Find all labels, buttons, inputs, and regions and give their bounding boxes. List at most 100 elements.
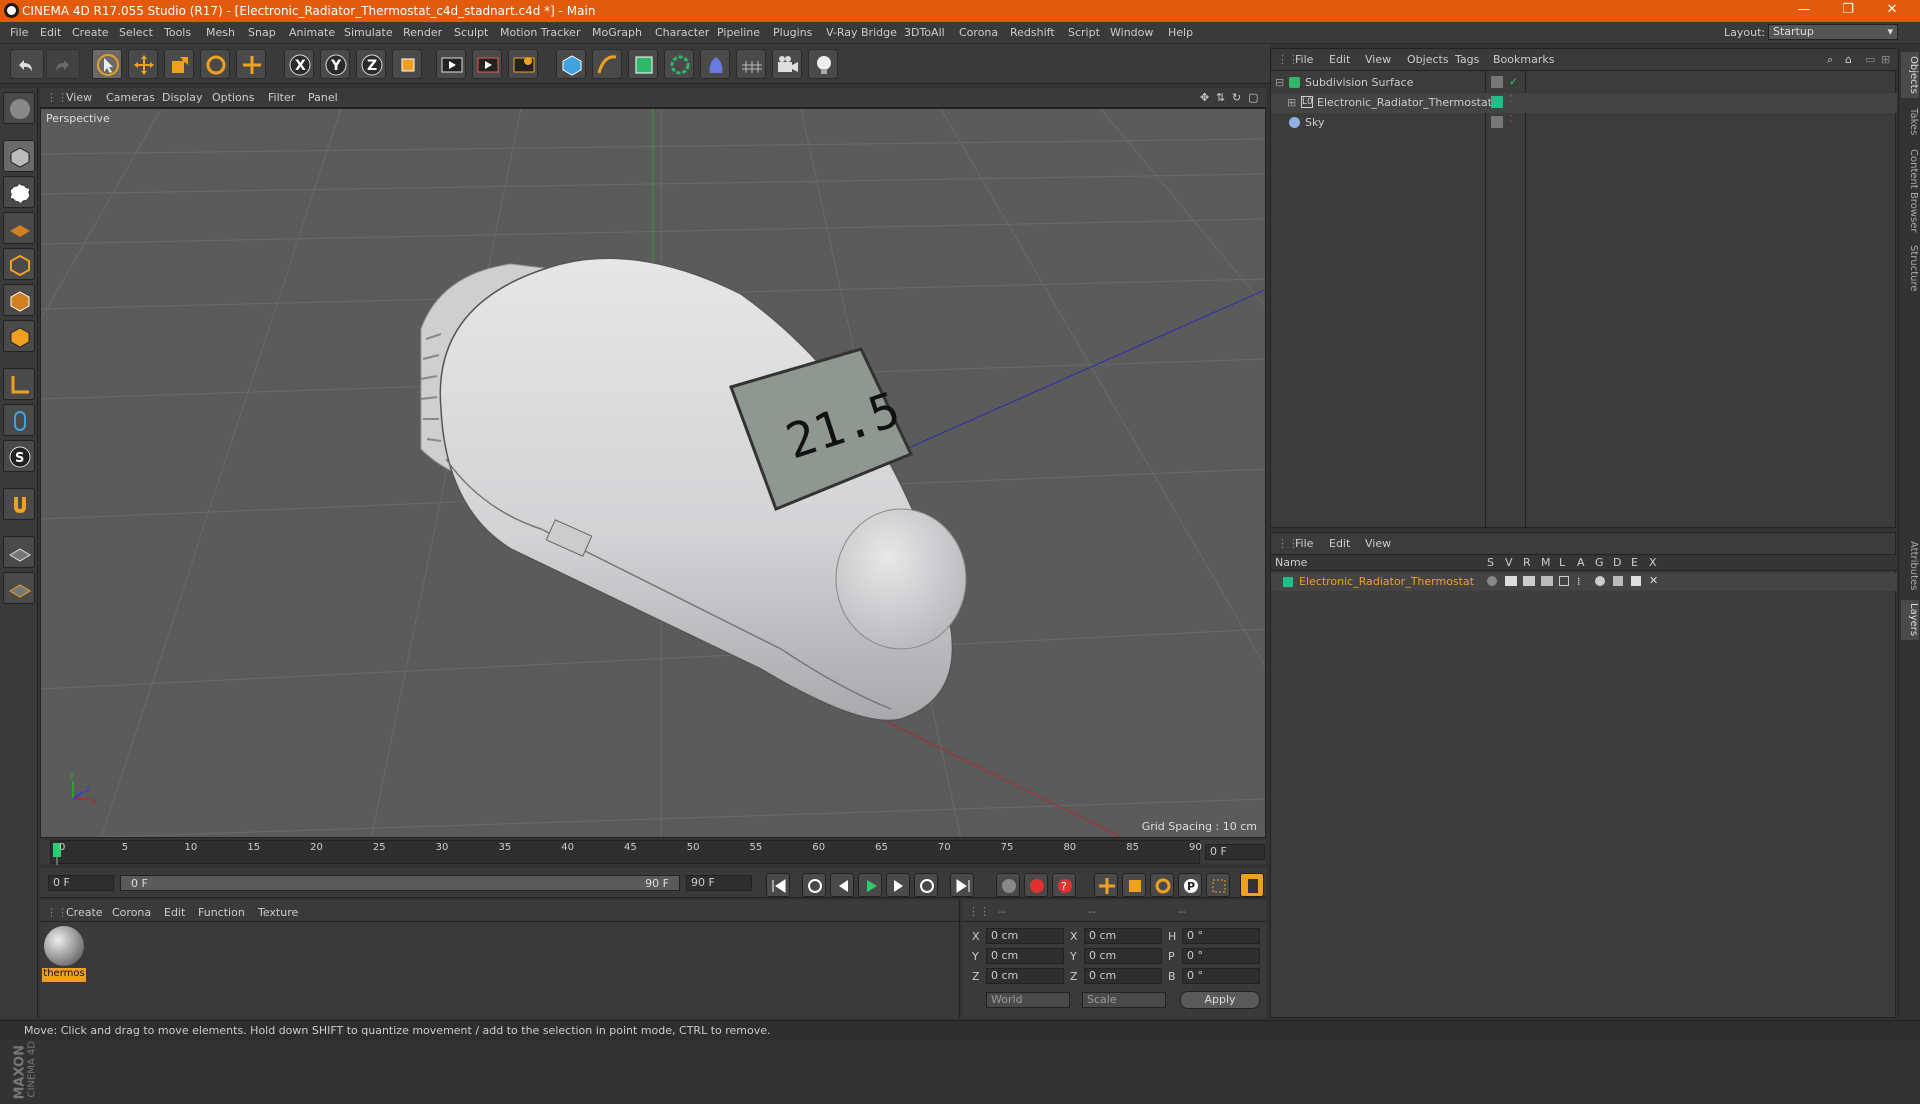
tab-layers[interactable]: Layers bbox=[1901, 600, 1919, 640]
key-pla-button[interactable] bbox=[1206, 873, 1230, 897]
add-cube-button[interactable] bbox=[556, 49, 586, 79]
timeline-track[interactable]: 0 5 10 15 20 25 30 35 40 45 50 55 60 65 70 75 80 85 90 bbox=[50, 840, 1202, 865]
layer-color-swatch[interactable] bbox=[1283, 577, 1293, 587]
current-frame-field[interactable]: 0 F bbox=[1205, 844, 1265, 860]
object-menu-bookmarks[interactable]: Bookmarks bbox=[1493, 53, 1554, 66]
menu-sculpt[interactable]: Sculpt bbox=[454, 26, 488, 39]
enabled-check-icon[interactable]: ✓ bbox=[1509, 75, 1518, 88]
autokey-button[interactable]: ? bbox=[1052, 873, 1076, 897]
points-mode-button[interactable] bbox=[3, 248, 35, 280]
size-z-field[interactable]: 0 cm bbox=[1084, 968, 1162, 984]
render-toggle-icon[interactable] bbox=[1523, 576, 1535, 586]
position-y-field[interactable]: 0 cm bbox=[986, 948, 1064, 964]
add-camera-button[interactable] bbox=[772, 49, 802, 79]
column-locked[interactable]: L bbox=[1559, 556, 1565, 569]
next-key-button[interactable] bbox=[914, 873, 938, 897]
generator-toggle-icon[interactable] bbox=[1595, 576, 1605, 586]
viewport-menu-filter[interactable]: Filter bbox=[268, 91, 295, 104]
expand-toggle-icon[interactable]: ⊟ bbox=[1275, 76, 1284, 89]
key-position-button[interactable] bbox=[1094, 873, 1118, 897]
x-axis-lock-button[interactable]: X bbox=[284, 49, 314, 79]
size-mode-dropdown[interactable]: Scale bbox=[1082, 992, 1166, 1008]
home-icon[interactable]: ⌂ bbox=[1845, 53, 1852, 66]
menu-pipeline[interactable]: Pipeline bbox=[717, 26, 760, 39]
menu-render[interactable]: Render bbox=[403, 26, 442, 39]
material-menu-corona[interactable]: Corona bbox=[112, 906, 151, 919]
workplane-mode-button[interactable] bbox=[3, 212, 35, 244]
timeline-window-button[interactable] bbox=[1240, 873, 1264, 897]
menu-mesh[interactable]: Mesh bbox=[206, 26, 235, 39]
menu-help[interactable]: Help bbox=[1168, 26, 1193, 39]
column-animation[interactable]: A bbox=[1577, 556, 1585, 569]
object-menu-file[interactable]: File bbox=[1295, 53, 1313, 66]
menu-redshift[interactable]: Redshift bbox=[1010, 26, 1055, 39]
object-menu-edit[interactable]: Edit bbox=[1329, 53, 1350, 66]
visibility-toggle-icon[interactable] bbox=[1491, 116, 1503, 128]
column-deformers[interactable]: D bbox=[1613, 556, 1621, 569]
size-x-field[interactable]: 0 cm bbox=[1084, 928, 1162, 944]
move-tool-button[interactable] bbox=[128, 49, 158, 79]
render-settings-button[interactable] bbox=[508, 49, 538, 79]
menu-create[interactable]: Create bbox=[72, 26, 109, 39]
menu-edit[interactable]: Edit bbox=[40, 26, 61, 39]
goto-start-button[interactable] bbox=[766, 873, 790, 897]
model-mode-button[interactable] bbox=[3, 140, 35, 172]
tweak-mode-button[interactable] bbox=[3, 404, 35, 436]
menu-character[interactable]: Character bbox=[655, 26, 709, 39]
column-solo[interactable]: S bbox=[1487, 556, 1494, 569]
rotation-b-field[interactable]: 0 ° bbox=[1182, 968, 1260, 984]
viewport-rotate-icon[interactable]: ↻ bbox=[1232, 91, 1241, 104]
viewport-menu-view[interactable]: View bbox=[66, 91, 92, 104]
start-frame-field[interactable]: 0 F bbox=[48, 875, 114, 891]
play-button[interactable] bbox=[858, 873, 882, 897]
collapse-icon[interactable]: ▭ bbox=[1865, 53, 1875, 66]
expand-icon[interactable]: ⊞ bbox=[1881, 53, 1890, 66]
add-spline-button[interactable] bbox=[592, 49, 622, 79]
lock-icon[interactable] bbox=[1559, 576, 1569, 586]
polygons-mode-button[interactable] bbox=[3, 320, 35, 352]
layer-menu-edit[interactable]: Edit bbox=[1329, 537, 1350, 550]
column-render[interactable]: R bbox=[1523, 556, 1531, 569]
layer-color-icon[interactable] bbox=[1491, 96, 1503, 108]
prev-frame-button[interactable] bbox=[830, 873, 854, 897]
transform-tool-button[interactable] bbox=[236, 49, 266, 79]
menu-animate[interactable]: Animate bbox=[289, 26, 335, 39]
size-y-field[interactable]: 0 cm bbox=[1084, 948, 1162, 964]
animation-toggle-icon[interactable]: ⁞ bbox=[1577, 575, 1581, 588]
deformer-toggle-icon[interactable] bbox=[1613, 576, 1623, 586]
next-frame-button[interactable] bbox=[886, 873, 910, 897]
key-parameter-button[interactable]: P bbox=[1178, 873, 1202, 897]
solo-toggle-icon[interactable] bbox=[1487, 576, 1497, 586]
material-menu-edit[interactable]: Edit bbox=[164, 906, 185, 919]
edges-mode-button[interactable] bbox=[3, 284, 35, 316]
add-light-button[interactable] bbox=[808, 49, 838, 79]
render-picture-viewer-button[interactable] bbox=[472, 49, 502, 79]
live-selection-button[interactable] bbox=[92, 49, 122, 79]
tab-takes[interactable]: Takes bbox=[1901, 102, 1919, 142]
viewport-menu-cameras[interactable]: Cameras bbox=[106, 91, 155, 104]
end-frame-field[interactable]: 90 F bbox=[686, 875, 752, 891]
rotate-tool-button[interactable] bbox=[200, 49, 230, 79]
goto-end-button[interactable] bbox=[950, 873, 974, 897]
visibility-toggle-icon[interactable] bbox=[1491, 76, 1503, 88]
viewport-move-icon[interactable]: ✥ bbox=[1200, 91, 1209, 104]
search-icon[interactable]: ⌕ bbox=[1827, 53, 1833, 67]
tab-content-browser[interactable]: Content Browser bbox=[1901, 146, 1919, 236]
viewport-menu-display[interactable]: Display bbox=[162, 91, 203, 104]
snap-button[interactable]: S bbox=[3, 440, 35, 472]
axis-mode-button[interactable] bbox=[3, 368, 35, 400]
menu-vray-bridge[interactable]: V-Ray Bridge bbox=[826, 26, 897, 39]
menu-mograph[interactable]: MoGraph bbox=[592, 26, 642, 39]
layout-dropdown[interactable]: Startup ▾ bbox=[1768, 24, 1898, 40]
eye-icon[interactable] bbox=[1505, 576, 1517, 586]
frame-range-slider[interactable]: 0 F 90 F bbox=[120, 875, 680, 891]
column-visible[interactable]: V bbox=[1505, 556, 1513, 569]
dots-icon[interactable]: ⁚ bbox=[1509, 94, 1512, 105]
material-menu-create[interactable]: Create bbox=[66, 906, 103, 919]
undo-button[interactable] bbox=[10, 49, 44, 79]
object-row-thermostat[interactable]: ⊞ L0 Electronic_Radiator_Thermostat ⁚ bbox=[1271, 93, 1897, 113]
magnet-button[interactable] bbox=[3, 488, 35, 520]
layer-menu-view[interactable]: View bbox=[1365, 537, 1391, 550]
grid-lock-button[interactable] bbox=[3, 536, 35, 568]
make-editable-button[interactable] bbox=[3, 92, 35, 124]
